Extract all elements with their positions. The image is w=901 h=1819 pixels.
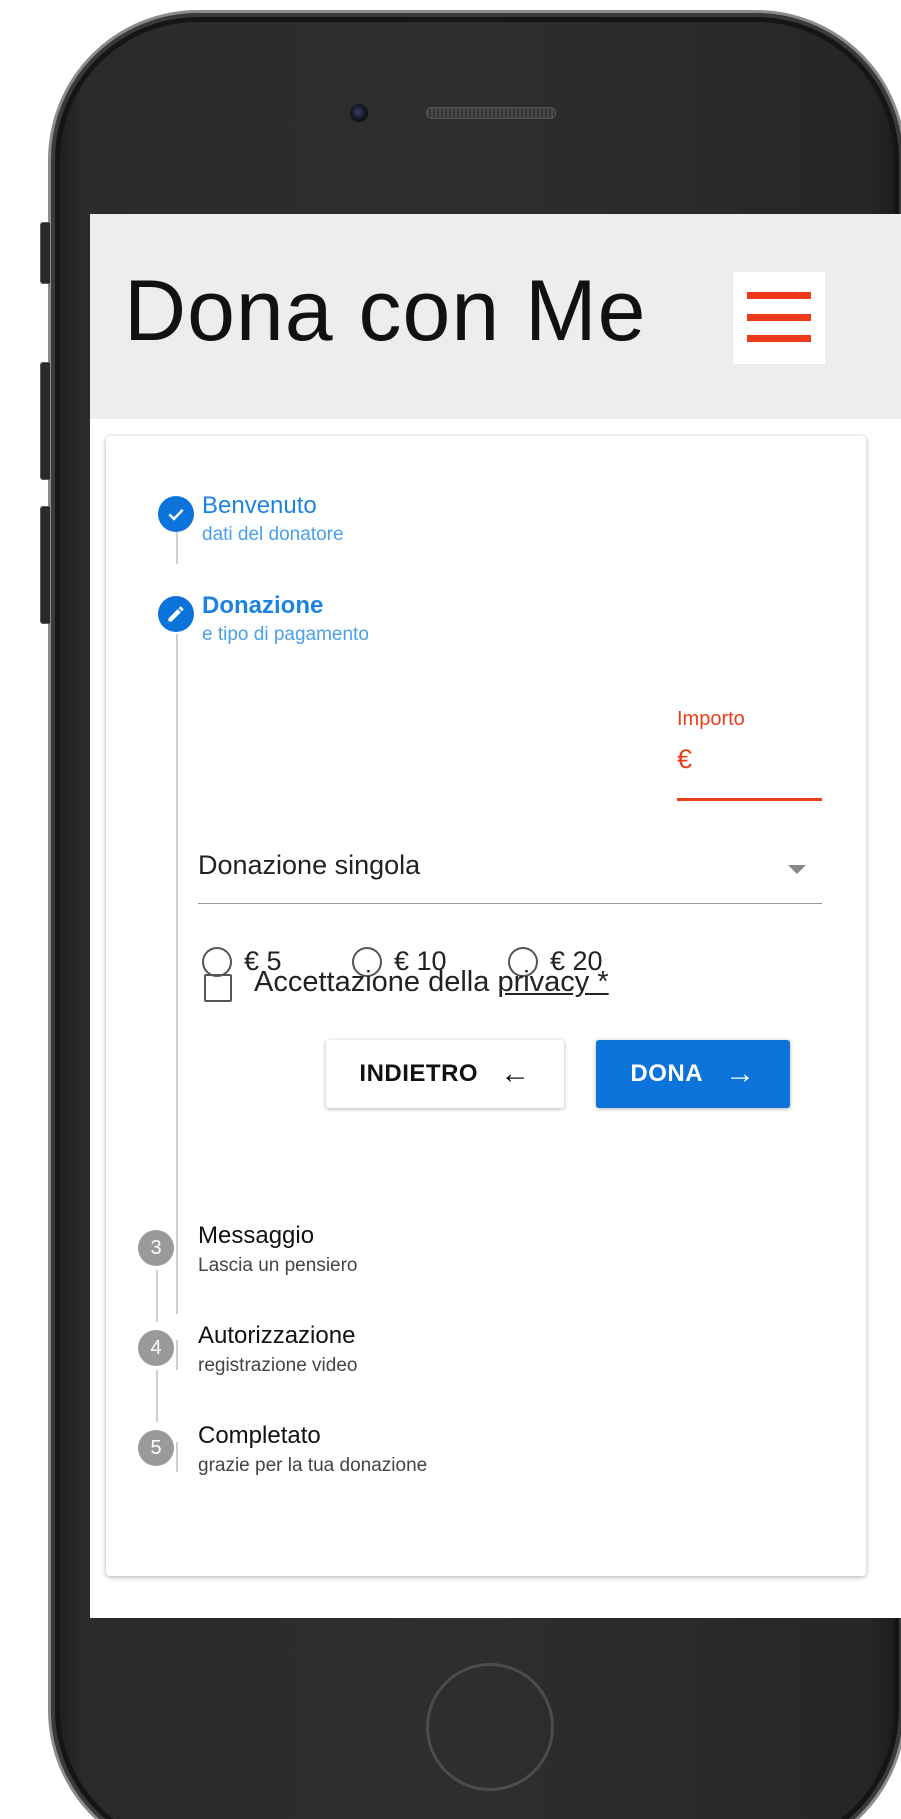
pencil-icon bbox=[158, 596, 194, 632]
donate-button-label: DONA bbox=[630, 1060, 704, 1087]
arrow-left-icon: ← bbox=[500, 1057, 531, 1090]
back-button-label: INDIETRO bbox=[359, 1060, 479, 1087]
step-title-benvenuto[interactable]: Benvenuto bbox=[202, 492, 317, 520]
required-mark: * bbox=[589, 966, 609, 998]
app-title: Dona con Me bbox=[124, 263, 647, 359]
privacy-link-text[interactable]: privacy bbox=[497, 966, 589, 998]
step-title-completato[interactable]: Completato bbox=[198, 1422, 321, 1450]
custom-amount-input[interactable]: € bbox=[677, 744, 692, 775]
stepper-card: Benvenuto dati del donatore Donazione e … bbox=[106, 436, 866, 1576]
custom-amount-underline bbox=[677, 798, 822, 801]
frequency-select[interactable]: Donazione singola bbox=[198, 850, 420, 881]
step-subtitle: e tipo di pagamento bbox=[202, 624, 369, 645]
donate-button[interactable]: DONA → bbox=[596, 1040, 790, 1108]
phone-volume-up bbox=[40, 362, 50, 480]
chevron-down-icon[interactable] bbox=[788, 865, 806, 874]
home-button[interactable] bbox=[426, 1663, 554, 1791]
step-title-messaggio[interactable]: Messaggio bbox=[198, 1222, 314, 1250]
check-icon bbox=[158, 496, 194, 532]
step-subtitle: registrazione video bbox=[198, 1355, 358, 1376]
radio-button[interactable] bbox=[202, 946, 232, 977]
privacy-text: Accettazione della bbox=[254, 966, 498, 998]
step-number-badge: 5 bbox=[138, 1430, 174, 1466]
step-subtitle: dati del donatore bbox=[202, 524, 344, 545]
phone-volume-down bbox=[40, 506, 50, 624]
step-title-donazione[interactable]: Donazione bbox=[202, 592, 323, 620]
step-connector bbox=[176, 532, 178, 564]
step-connector bbox=[176, 1442, 178, 1472]
privacy-label: Accettazione della privacy * bbox=[254, 966, 609, 999]
privacy-link[interactable]: privacy * bbox=[497, 966, 608, 998]
phone-mute-switch bbox=[40, 222, 50, 284]
hamburger-menu-icon[interactable] bbox=[733, 272, 825, 364]
speaker-grille bbox=[426, 107, 556, 119]
step-connector bbox=[176, 634, 178, 1314]
step-connector bbox=[156, 1370, 158, 1422]
step-number-badge: 4 bbox=[138, 1330, 174, 1366]
step-number-badge: 3 bbox=[138, 1230, 174, 1266]
step-connector bbox=[156, 1270, 158, 1322]
back-button[interactable]: INDIETRO ← bbox=[326, 1040, 564, 1108]
step-subtitle: Lascia un pensiero bbox=[198, 1255, 358, 1276]
custom-amount-label: Importo bbox=[677, 708, 745, 730]
step-title-autorizzazione[interactable]: Autorizzazione bbox=[198, 1322, 355, 1350]
frequency-select-underline bbox=[198, 903, 822, 904]
app-header: Dona con Me bbox=[90, 214, 901, 419]
arrow-right-icon: → bbox=[725, 1057, 756, 1090]
camera-icon bbox=[350, 104, 368, 122]
step-connector bbox=[176, 1340, 178, 1370]
step-subtitle: grazie per la tua donazione bbox=[198, 1455, 428, 1476]
app-screen: Dona con Me Benvenuto dati del donatore … bbox=[90, 214, 901, 1618]
privacy-checkbox[interactable] bbox=[204, 974, 232, 1002]
